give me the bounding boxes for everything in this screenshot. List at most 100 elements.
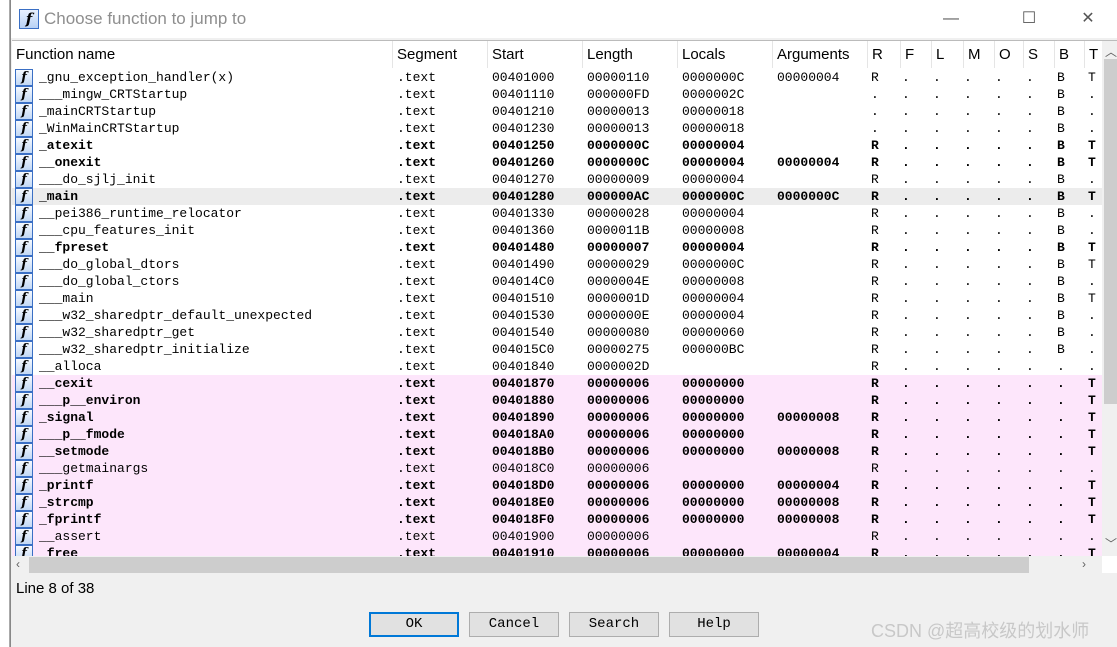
table-row[interactable]: f ___p__fmode .text 004018A0 00000006 0000000… — [12, 426, 1102, 443]
cell-flags: R....... — [871, 461, 1117, 476]
scroll-left-icon[interactable]: ‹ — [16, 557, 20, 571]
table-row[interactable]: f ___do_global_ctors .text 004014C0 0000004E… — [12, 273, 1102, 290]
table-row[interactable]: f _atexit .text 00401250 0000000C 00000004 R..… — [12, 137, 1102, 154]
column-header-r[interactable]: R — [868, 41, 901, 68]
cell-loc: 00000004 — [682, 291, 745, 306]
table-row[interactable]: f ___mingw_CRTStartup .text 00401110 000000F… — [12, 86, 1102, 103]
table-row[interactable]: f _signal .text 00401890 00000006 00000000 000… — [12, 409, 1102, 426]
cell-len: 00000110 — [587, 70, 650, 85]
table-row[interactable]: f ___main .text 00401510 0000001D 00000004 R..… — [12, 290, 1102, 307]
cell-loc: 00000004 — [682, 206, 745, 221]
ok-button[interactable]: OK — [369, 612, 459, 637]
cell-start: 004018C0 — [492, 461, 555, 476]
column-header-m[interactable]: M — [964, 41, 995, 68]
cell-name: _signal — [39, 410, 94, 425]
cell-name: _main — [39, 189, 79, 204]
cell-start: 00401250 — [492, 138, 555, 153]
table-row[interactable]: f _strcmp .text 004018E0 00000006 00000000 000… — [12, 494, 1102, 511]
cell-start: 00401530 — [492, 308, 555, 323]
cell-name: ___do_global_dtors — [39, 257, 180, 272]
function-icon: f — [15, 256, 33, 273]
cell-start: 004018F0 — [492, 512, 555, 527]
cell-name: ___w32_sharedptr_initialize — [39, 342, 250, 357]
cell-len: 00000006 — [587, 478, 650, 493]
table-row[interactable]: f _WinMainCRTStartup .text 00401230 00000013… — [12, 120, 1102, 137]
table-row[interactable]: f __onexit .text 00401260 0000000C 00000004 00… — [12, 154, 1102, 171]
cancel-button[interactable]: Cancel — [469, 612, 559, 637]
cell-name: ___main — [39, 291, 94, 306]
cell-seg: .text — [397, 427, 437, 442]
cell-args: 00000008 — [777, 512, 840, 527]
table-row[interactable]: f __pei386_runtime_relocator .text 00401330… — [12, 205, 1102, 222]
table-row[interactable]: f ___p__environ .text 00401880 00000006 00000… — [12, 392, 1102, 409]
search-button[interactable]: Search — [569, 612, 659, 637]
horizontal-scroll-thumb[interactable] — [29, 557, 1029, 573]
cell-len: 0000001D — [587, 291, 650, 306]
table-row[interactable]: f ___w32_sharedptr_default_unexpected .tex… — [12, 307, 1102, 324]
scroll-up-icon[interactable]: ︿ — [1105, 43, 1117, 60]
horizontal-scrollbar[interactable]: ‹ › — [12, 556, 1102, 573]
table-row[interactable]: f __cexit .text 00401870 00000006 00000000 R..… — [12, 375, 1102, 392]
function-icon: f — [15, 86, 33, 103]
column-header-length[interactable]: Length — [583, 41, 678, 68]
scroll-down-icon[interactable]: ﹀ — [1105, 535, 1117, 552]
table-row[interactable]: f _mainCRTStartup .text 00401210 00000013 000… — [12, 103, 1102, 120]
cell-flags: R......T — [871, 512, 1117, 527]
cell-len: 00000006 — [587, 427, 650, 442]
table-row[interactable]: f ___do_sjlj_init .text 00401270 00000009 000… — [12, 171, 1102, 188]
function-list[interactable]: Function name Segment Start Length Locals Arg… — [12, 40, 1117, 573]
cell-loc: 00000000 — [682, 410, 745, 425]
cell-seg: .text — [397, 87, 437, 102]
column-header-locals[interactable]: Locals — [678, 41, 773, 68]
scroll-right-icon[interactable]: › — [1082, 557, 1086, 571]
column-header-arguments[interactable]: Arguments — [773, 41, 868, 68]
column-header-start[interactable]: Start — [488, 41, 583, 68]
column-header-f[interactable]: F — [901, 41, 932, 68]
table-row[interactable]: f _gnu_exception_handler(x) .text 00401000 0… — [12, 69, 1102, 86]
cell-seg: .text — [397, 308, 437, 323]
column-header-function-name[interactable]: Function name — [12, 41, 393, 68]
cell-name: __fpreset — [39, 240, 110, 255]
column-header-b[interactable]: B — [1055, 41, 1085, 68]
table-row[interactable]: f ___w32_sharedptr_get .text 00401540 000000… — [12, 324, 1102, 341]
cell-flags: ......B. — [871, 121, 1117, 136]
function-icon: f — [15, 494, 33, 511]
table-row[interactable]: f __alloca .text 00401840 0000002D R....... — [12, 358, 1102, 375]
column-header-s[interactable]: S — [1024, 41, 1055, 68]
vertical-scrollbar[interactable]: ︿ ﹀ — [1102, 41, 1117, 556]
minimize-button[interactable]: — — [931, 6, 971, 32]
maximize-button[interactable]: ☐ — [1009, 6, 1049, 32]
cell-len: 0000000C — [587, 138, 650, 153]
table-row[interactable]: f ___w32_sharedptr_initialize .text 004015C… — [12, 341, 1102, 358]
cell-seg: .text — [397, 138, 437, 153]
table-row[interactable]: f __setmode .text 004018B0 00000006 00000000 0… — [12, 443, 1102, 460]
cell-start: 00401280 — [492, 189, 555, 204]
function-icon: f — [15, 477, 33, 494]
close-button[interactable]: ✕ — [1068, 6, 1108, 32]
cell-name: __onexit — [39, 155, 102, 170]
cell-start: 00401900 — [492, 529, 555, 544]
table-row[interactable]: f ___getmainargs .text 004018C0 00000006 R...… — [12, 460, 1102, 477]
cell-start: 004018A0 — [492, 427, 555, 442]
table-row[interactable]: f _main .text 00401280 000000AC 0000000C 00000… — [12, 188, 1102, 205]
column-header-l[interactable]: L — [932, 41, 964, 68]
table-row[interactable]: f _fprintf .text 004018F0 00000006 00000000 00… — [12, 511, 1102, 528]
function-icon: f — [15, 443, 33, 460]
function-icon: f — [15, 171, 33, 188]
cell-args: 00000004 — [777, 478, 840, 493]
cell-flags: R.....BT — [871, 257, 1117, 272]
cell-name: __cexit — [39, 376, 94, 391]
cell-start: 00401230 — [492, 121, 555, 136]
column-header-o[interactable]: O — [995, 41, 1024, 68]
column-header-segment[interactable]: Segment — [393, 41, 488, 68]
table-row[interactable]: f __fpreset .text 00401480 00000007 00000004 R… — [12, 239, 1102, 256]
table-row[interactable]: f ___cpu_features_init .text 00401360 000001… — [12, 222, 1102, 239]
vertical-scroll-thumb[interactable] — [1104, 59, 1117, 404]
cell-len: 00000006 — [587, 512, 650, 527]
help-button[interactable]: Help — [669, 612, 759, 637]
table-row[interactable]: f _printf .text 004018D0 00000006 00000000 000… — [12, 477, 1102, 494]
cell-name: _printf — [39, 478, 94, 493]
table-row[interactable]: f __assert .text 00401900 00000006 R....... — [12, 528, 1102, 545]
table-row[interactable]: f ___do_global_dtors .text 00401490 00000029… — [12, 256, 1102, 273]
cell-loc: 0000000C — [682, 189, 745, 204]
